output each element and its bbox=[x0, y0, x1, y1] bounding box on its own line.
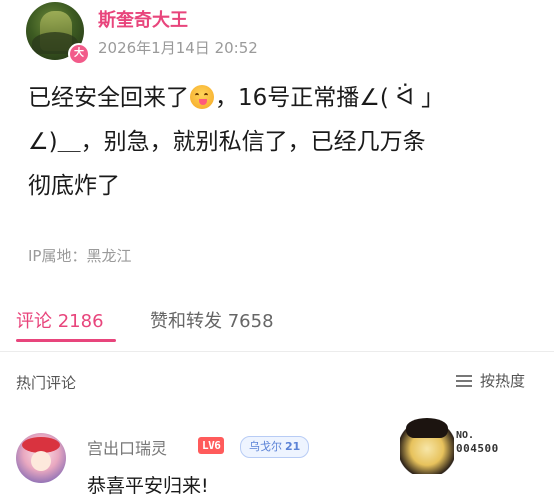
fan-medal-badge[interactable]: 乌戈尔 21 bbox=[240, 436, 310, 458]
yum-face-emoji bbox=[190, 85, 214, 109]
commenter-name[interactable]: 宫出口瑞灵 bbox=[87, 435, 167, 459]
medal-name: 乌戈尔 bbox=[249, 440, 282, 453]
post-tabs: 评论 2186 赞和转发 7658 bbox=[0, 297, 554, 345]
post-line-2: ∠)＿，别急，就别私信了，已经几万条 bbox=[28, 129, 426, 155]
tab-comments[interactable]: 评论 2186 bbox=[16, 307, 104, 333]
sort-label: 按热度 bbox=[480, 372, 526, 390]
author-username[interactable]: 斯奎奇大王 bbox=[98, 6, 188, 32]
post-line-3: 彻底炸了 bbox=[28, 173, 120, 199]
post-timestamp: 2026年1月14日 20:52 bbox=[98, 39, 258, 57]
level-badge: LV6 bbox=[198, 437, 225, 454]
active-tab-indicator bbox=[16, 339, 116, 342]
medal-level: 21 bbox=[285, 440, 301, 453]
post-header: 大 斯奎奇大王 2026年1月14日 20:52 bbox=[26, 2, 536, 65]
post-line-1-before: 已经安全回来了 bbox=[28, 85, 189, 111]
sort-by-hotness-button[interactable]: 按热度 bbox=[456, 370, 525, 391]
avatar-badge: 大 bbox=[68, 43, 90, 65]
post-line-1: 已经安全回来了 ，16号正常播∠( ᐛ 」 bbox=[28, 76, 528, 120]
section-divider bbox=[0, 351, 554, 352]
ip-location: IP属地：黑龙江 bbox=[28, 247, 132, 265]
post-content: 已经安全回来了 ，16号正常播∠( ᐛ 」 ∠)＿，别急，就别私信了，已经几万条 … bbox=[28, 76, 528, 208]
decorative-card-sticker: NO. 004500 bbox=[400, 418, 508, 474]
sticker-number: 004500 bbox=[456, 442, 499, 455]
tab-likes-reposts[interactable]: 赞和转发 7658 bbox=[150, 307, 274, 333]
comment-text: 恭喜平安归来! bbox=[87, 475, 209, 497]
commenter-avatar[interactable] bbox=[16, 433, 66, 483]
sticker-no-label: NO. bbox=[456, 430, 475, 441]
post-line-1-after: ，16号正常播∠( ᐛ 」 bbox=[215, 85, 445, 111]
list-icon bbox=[456, 374, 472, 387]
hot-comments-label: 热门评论 bbox=[16, 374, 77, 392]
